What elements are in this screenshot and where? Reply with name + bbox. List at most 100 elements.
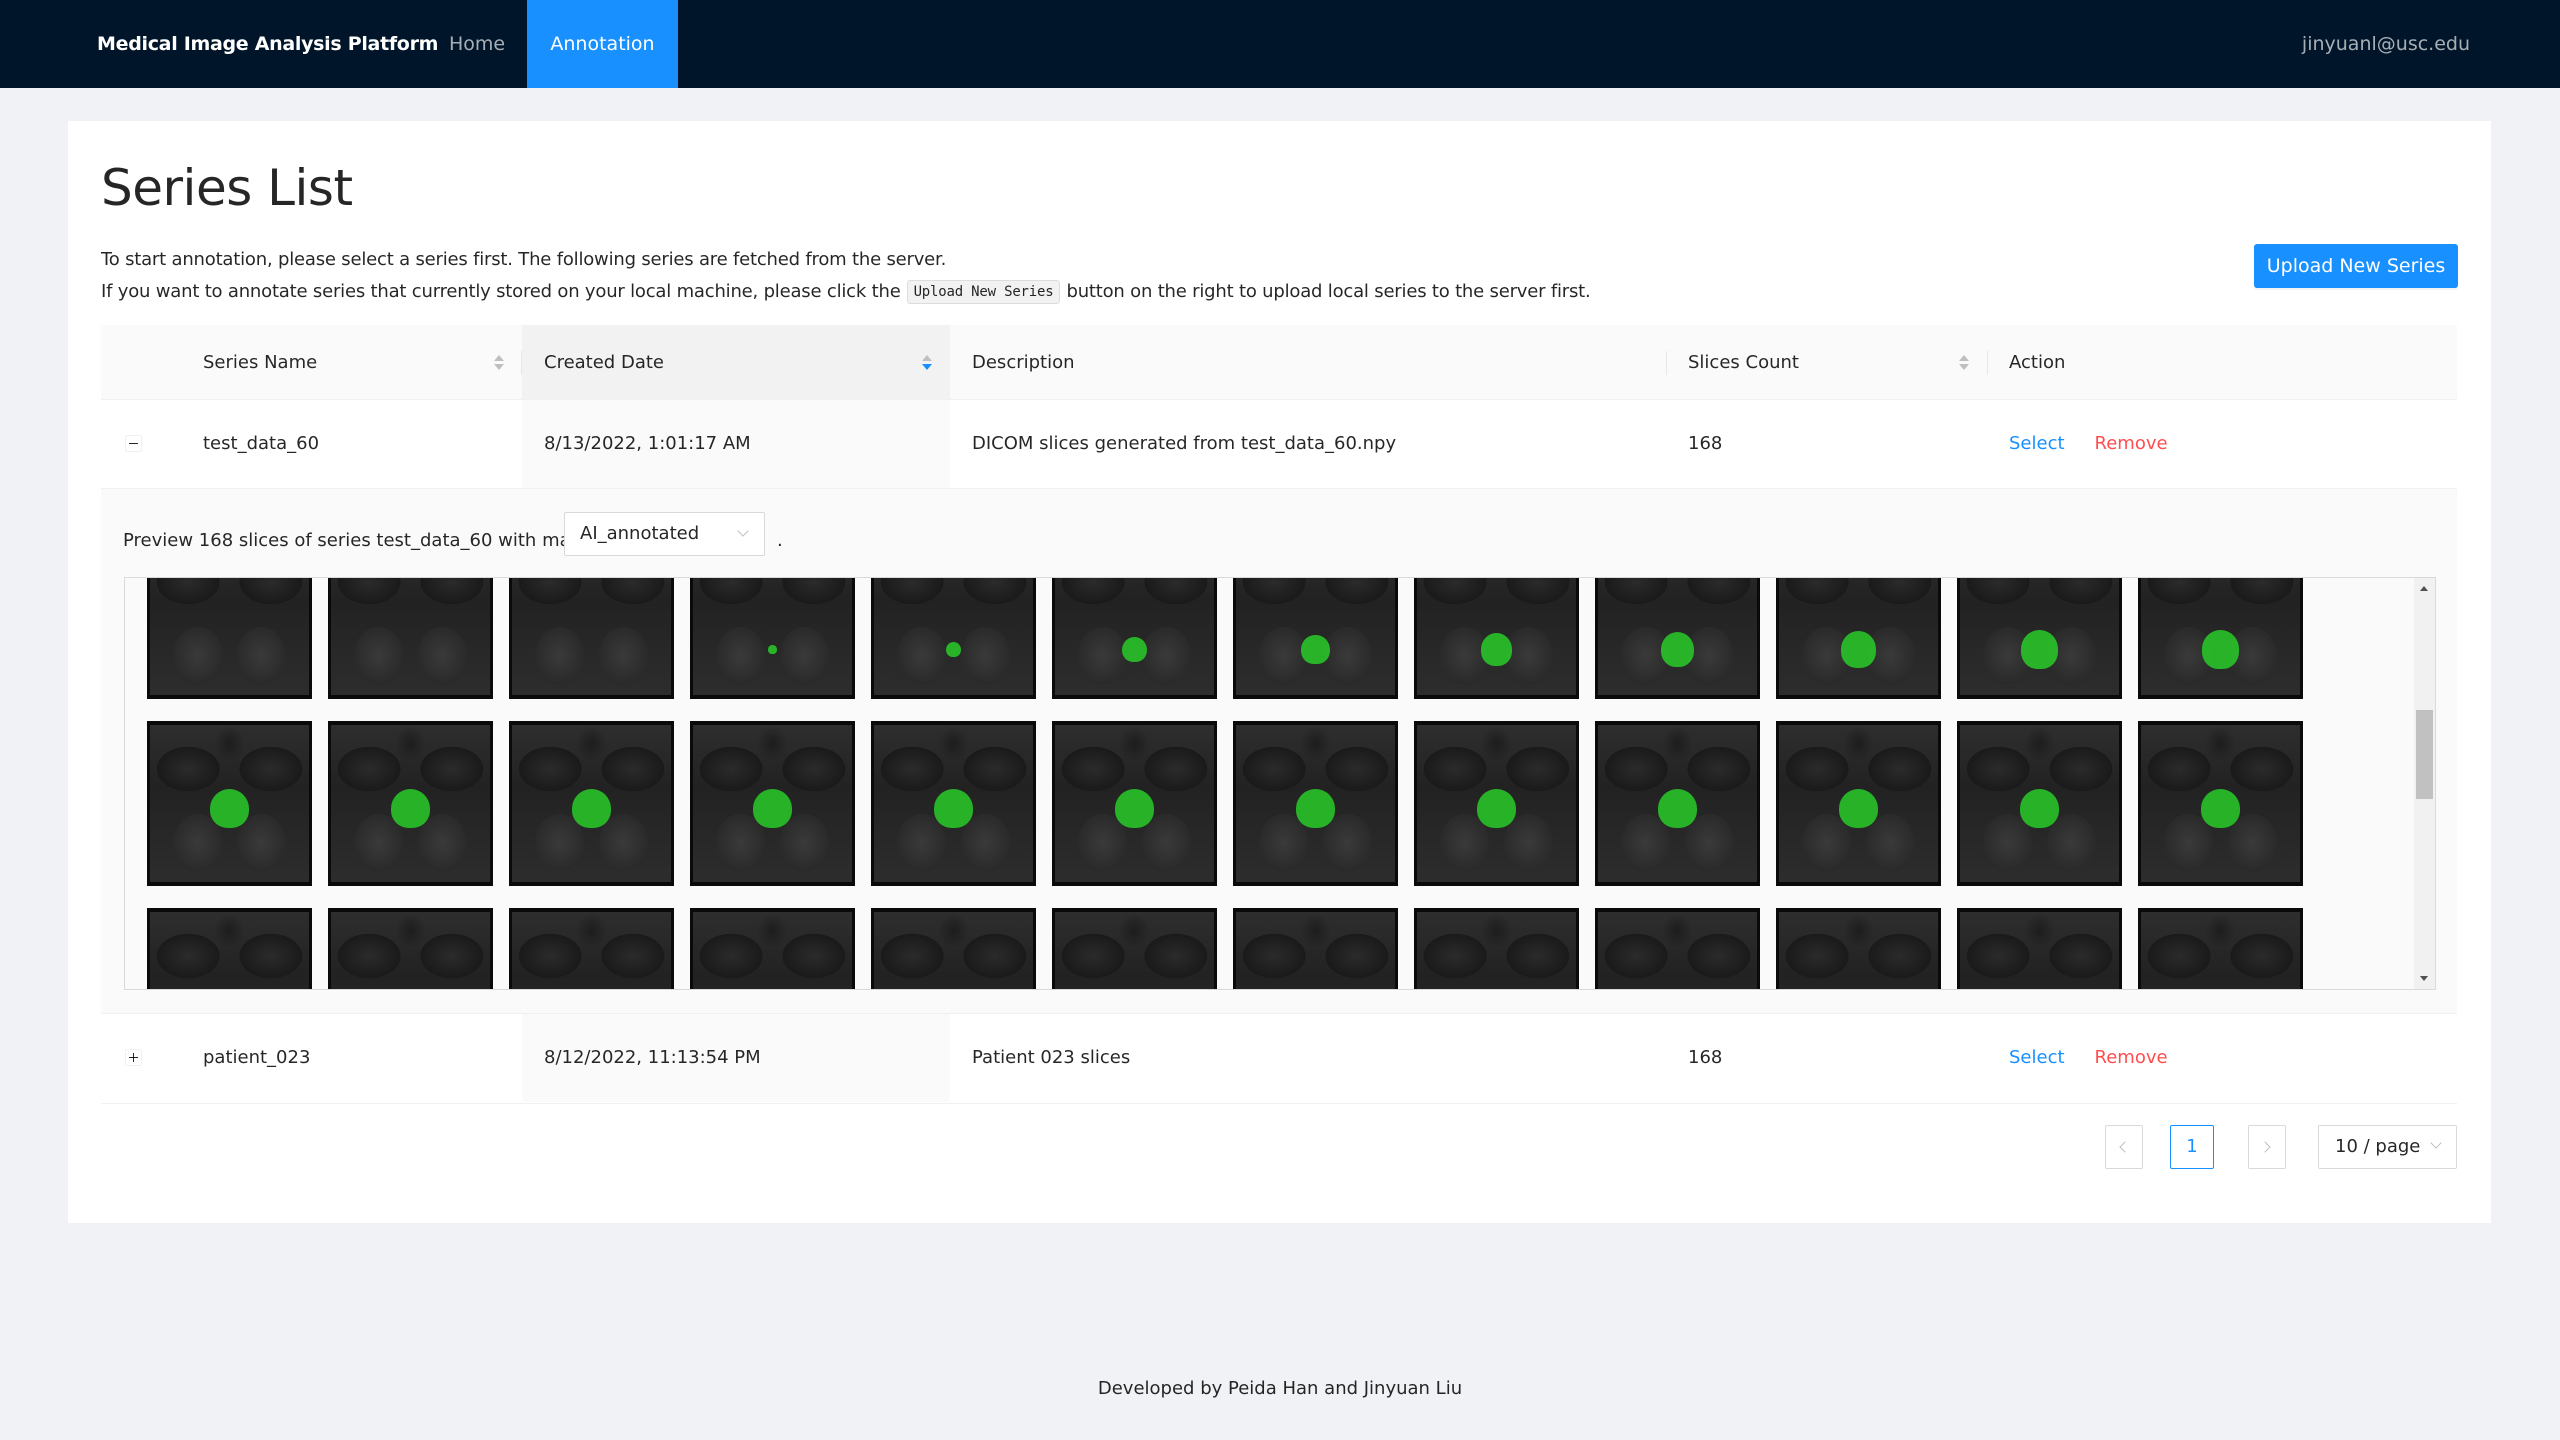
- sort-icon[interactable]: [1959, 353, 1969, 373]
- mri-slice-image: [693, 912, 852, 989]
- slice-thumbnail[interactable]: [871, 721, 1036, 886]
- vertical-scrollbar[interactable]: [2414, 578, 2435, 989]
- slice-thumbnail[interactable]: [2138, 578, 2303, 699]
- slice-thumbnail[interactable]: [1957, 721, 2122, 886]
- slice-thumbnail[interactable]: [1776, 578, 1941, 699]
- chevron-left-icon: [2119, 1141, 2131, 1153]
- cell-slices-count: 168: [1688, 433, 1723, 454]
- slice-thumbnail[interactable]: [1233, 908, 1398, 989]
- slice-thumbnail[interactable]: [871, 908, 1036, 989]
- cell-actions: Select Remove: [1987, 400, 2457, 488]
- chevron-down-icon: [737, 525, 749, 537]
- select-link[interactable]: Select: [2009, 1047, 2065, 1068]
- next-page-button[interactable]: [2248, 1125, 2286, 1169]
- segmentation-mask: [1476, 788, 1517, 829]
- slice-thumbnail[interactable]: [509, 908, 674, 989]
- mri-slice-image: [150, 912, 309, 989]
- mri-slice-image: [874, 578, 1033, 695]
- slice-thumbnail[interactable]: [1233, 578, 1398, 699]
- slice-thumbnail[interactable]: [1052, 908, 1217, 989]
- app-brand[interactable]: Medical Image Analysis Platform: [97, 0, 438, 88]
- slice-thumbnail[interactable]: [328, 578, 493, 699]
- mri-slice-image: [512, 578, 671, 695]
- page-number-button[interactable]: 1: [2170, 1125, 2214, 1169]
- scrollbar-thumb[interactable]: [2416, 710, 2433, 800]
- slice-thumbnail[interactable]: [1595, 908, 1760, 989]
- slice-thumbnail[interactable]: [871, 578, 1036, 699]
- segmentation-mask: [1122, 636, 1147, 663]
- slice-thumbnail[interactable]: [690, 908, 855, 989]
- table-header: Series Name Created Date Description Sli…: [101, 325, 2457, 400]
- table-row: patient_023 8/12/2022, 11:13:54 PM Patie…: [101, 1014, 2457, 1104]
- column-header-series-name[interactable]: Series Name: [181, 325, 522, 400]
- table-row: test_data_60 8/13/2022, 1:01:17 AM DICOM…: [101, 400, 2457, 489]
- collapse-row-button[interactable]: [125, 435, 142, 452]
- slice-thumbnail[interactable]: [1776, 721, 1941, 886]
- slice-thumbnail[interactable]: [1052, 578, 1217, 699]
- slice-thumbnail[interactable]: [1414, 721, 1579, 886]
- nav-annotation[interactable]: Annotation: [527, 0, 678, 88]
- slice-thumbnail[interactable]: [328, 908, 493, 989]
- sort-icon[interactable]: [494, 353, 504, 373]
- mri-slice-image: [1417, 912, 1576, 989]
- select-link[interactable]: Select: [2009, 433, 2065, 454]
- slice-thumbnail[interactable]: [509, 578, 674, 699]
- slice-thumbnail[interactable]: [690, 721, 855, 886]
- column-header-slices-count[interactable]: Slices Count: [1666, 325, 1987, 400]
- slice-thumbnail[interactable]: [509, 721, 674, 886]
- description-line-2: If you want to annotate series that curr…: [101, 280, 1591, 304]
- column-label: Description: [972, 352, 1075, 373]
- slice-thumbnail[interactable]: [147, 721, 312, 886]
- slice-thumbnail[interactable]: [690, 578, 855, 699]
- mri-slice-image: [331, 578, 490, 695]
- mri-slice-image: [693, 578, 852, 695]
- user-email[interactable]: jinyuanl@usc.edu: [2302, 0, 2470, 88]
- nav-home[interactable]: Home: [427, 0, 527, 88]
- scroll-down-arrow-icon[interactable]: [2420, 976, 2428, 981]
- expand-row-button[interactable]: [125, 1049, 142, 1066]
- segmentation-mask: [2200, 788, 2241, 829]
- page-size-select[interactable]: 10 / page: [2318, 1125, 2457, 1169]
- segmentation-mask: [390, 788, 431, 829]
- remove-link[interactable]: Remove: [2095, 1047, 2168, 1068]
- cell-description: Patient 023 slices: [972, 1047, 1131, 1068]
- cell-slices-count: 168: [1688, 1047, 1723, 1068]
- mri-slice-image: [874, 912, 1033, 989]
- slice-thumbnail-viewer[interactable]: [124, 577, 2436, 990]
- slice-thumbnail[interactable]: [1233, 721, 1398, 886]
- top-nav-bar: Medical Image Analysis Platform Home Ann…: [0, 0, 2560, 88]
- slice-thumbnail[interactable]: [1414, 578, 1579, 699]
- slice-thumbnail[interactable]: [2138, 721, 2303, 886]
- slice-thumbnail[interactable]: [1957, 908, 2122, 989]
- mri-slice-image: [331, 912, 490, 989]
- column-label: Series Name: [203, 352, 318, 373]
- slice-thumbnail[interactable]: [147, 908, 312, 989]
- column-label: Created Date: [544, 352, 664, 373]
- description-text: If you want to annotate series that curr…: [101, 281, 901, 302]
- slice-thumbnail[interactable]: [147, 578, 312, 699]
- expanded-row-preview: Preview 168 slices of series test_data_6…: [101, 489, 2457, 1014]
- scroll-up-arrow-icon[interactable]: [2420, 586, 2428, 591]
- slice-thumbnail[interactable]: [2138, 908, 2303, 989]
- segmentation-mask: [2021, 630, 2058, 669]
- slice-thumbnail[interactable]: [1957, 578, 2122, 699]
- slice-thumbnail[interactable]: [1776, 908, 1941, 989]
- segmentation-mask: [1838, 788, 1879, 829]
- sort-descending-icon[interactable]: [922, 353, 932, 373]
- segmentation-mask: [2019, 788, 2060, 829]
- upload-new-series-button[interactable]: Upload New Series: [2254, 244, 2458, 288]
- slice-thumbnail[interactable]: [1414, 908, 1579, 989]
- prev-page-button[interactable]: [2105, 1125, 2143, 1169]
- slice-thumbnail[interactable]: [1595, 578, 1760, 699]
- footer-credits: Developed by Peida Han and Jinyuan Liu: [1097, 1378, 1463, 1399]
- mask-select-value: AI_annotated: [580, 523, 700, 544]
- column-label: Slices Count: [1688, 352, 1799, 373]
- remove-link[interactable]: Remove: [2095, 433, 2168, 454]
- cell-series-name: test_data_60: [203, 433, 320, 454]
- mask-select[interactable]: AI_annotated: [564, 512, 765, 556]
- column-header-created-date[interactable]: Created Date: [522, 325, 950, 400]
- slice-thumbnail[interactable]: [328, 721, 493, 886]
- slice-thumbnail[interactable]: [1595, 721, 1760, 886]
- segmentation-mask: [1657, 788, 1698, 829]
- slice-thumbnail[interactable]: [1052, 721, 1217, 886]
